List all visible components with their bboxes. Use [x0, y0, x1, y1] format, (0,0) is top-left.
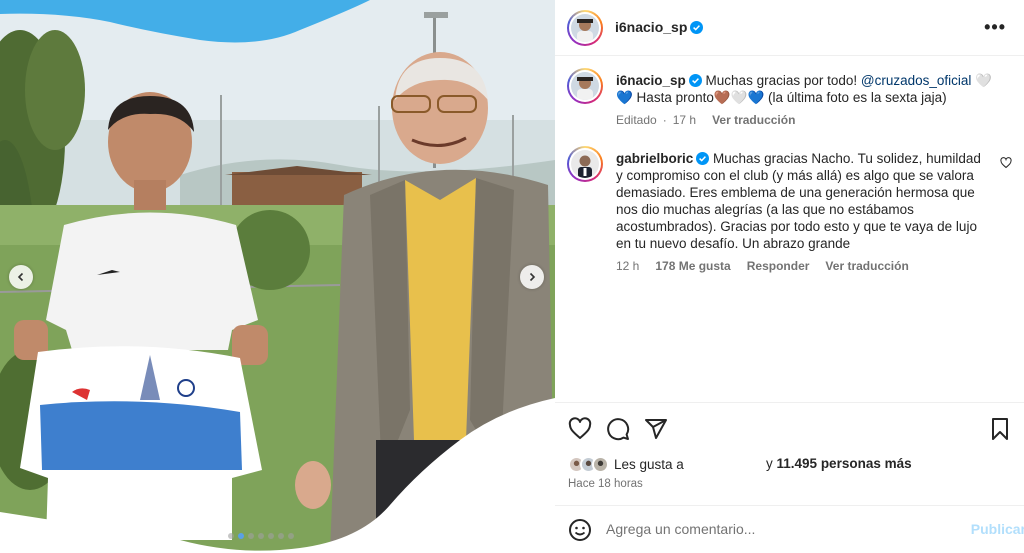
carousel-prev-button[interactable] [9, 265, 33, 289]
comment-text: gabrielboric Muchas gracias Nacho. Tu so… [616, 150, 988, 252]
carousel-dots [228, 533, 294, 539]
verified-badge-icon [696, 152, 710, 165]
likes-count-pre: y [766, 456, 777, 471]
carousel-dot[interactable] [228, 533, 234, 539]
comment-body: Muchas gracias Nacho. Tu solidez, humild… [616, 151, 981, 251]
comment-icon[interactable] [606, 417, 630, 441]
carousel-dot[interactable] [288, 533, 294, 539]
chevron-right-icon [529, 272, 536, 282]
comment-time[interactable]: 12 h [616, 259, 639, 273]
bottom-wave-overlay [0, 398, 555, 553]
comment-like-heart-icon[interactable] [1000, 157, 1012, 169]
post-timestamp[interactable]: Hace 18 horas [568, 478, 643, 490]
likes-summary: Les gusta a [568, 454, 684, 474]
caption-translate-link[interactable]: Ver traducción [712, 113, 795, 127]
caption-body-start: Muchas gracias por todo! [705, 73, 861, 88]
comment-story-ring[interactable] [567, 146, 603, 182]
action-bar [555, 402, 1024, 452]
carousel-dot[interactable] [258, 533, 264, 539]
comment-composer: Publicar [555, 505, 1024, 553]
carousel-dot[interactable] [238, 533, 244, 539]
more-options-button[interactable]: ••• [984, 17, 1006, 38]
caption-story-ring[interactable] [567, 68, 603, 104]
share-icon[interactable] [644, 417, 668, 441]
carousel-dot[interactable] [278, 533, 284, 539]
caption-meta: Editado · 17 h Ver traducción [616, 113, 796, 127]
verified-badge-icon [688, 74, 702, 87]
chevron-left-icon [17, 272, 24, 282]
post-header: i6nacio_sp ••• [555, 0, 1024, 56]
comment-username[interactable]: gabrielboric [616, 151, 693, 166]
liker-avatar[interactable] [592, 455, 609, 473]
post-sidebar: i6nacio_sp ••• i6nacio_sp Muchas gracias… [555, 0, 1024, 553]
carousel-dot[interactable] [248, 533, 254, 539]
comment-input[interactable] [606, 518, 946, 540]
bookmark-icon[interactable] [988, 417, 1012, 441]
commenter-avatar[interactable] [571, 150, 599, 178]
comment-translate-link[interactable]: Ver traducción [825, 259, 908, 273]
caption-text: i6nacio_sp Muchas gracias por todo! @cru… [616, 72, 1000, 106]
caption-avatar[interactable] [571, 72, 599, 100]
emoji-icon[interactable] [568, 518, 592, 542]
likes-prefix: Les gusta a [614, 456, 684, 472]
caption-edited: Editado [616, 113, 657, 127]
post-photo [0, 0, 555, 553]
caption-username[interactable]: i6nacio_sp [616, 73, 686, 88]
story-ring[interactable] [567, 10, 603, 46]
comment-likes[interactable]: 178 Me gusta [655, 259, 730, 273]
comment-meta: 12 h 178 Me gusta Responder Ver traducci… [616, 259, 909, 273]
verified-badge-icon [690, 21, 704, 34]
heart-icon[interactable] [568, 417, 592, 441]
caption-mention[interactable]: @cruzados_oficial [861, 73, 972, 88]
publish-button[interactable]: Publicar [971, 521, 1024, 537]
carousel-dot[interactable] [268, 533, 274, 539]
caption-time[interactable]: 17 h [673, 113, 696, 127]
likes-count[interactable]: y 11.495 personas más [766, 456, 912, 471]
author-username[interactable]: i6nacio_sp [615, 19, 687, 35]
carousel-next-button[interactable] [520, 265, 544, 289]
comment-reply-button[interactable]: Responder [747, 259, 810, 273]
likes-count-value[interactable]: 11.495 personas más [777, 456, 912, 471]
author-avatar[interactable] [571, 14, 599, 42]
